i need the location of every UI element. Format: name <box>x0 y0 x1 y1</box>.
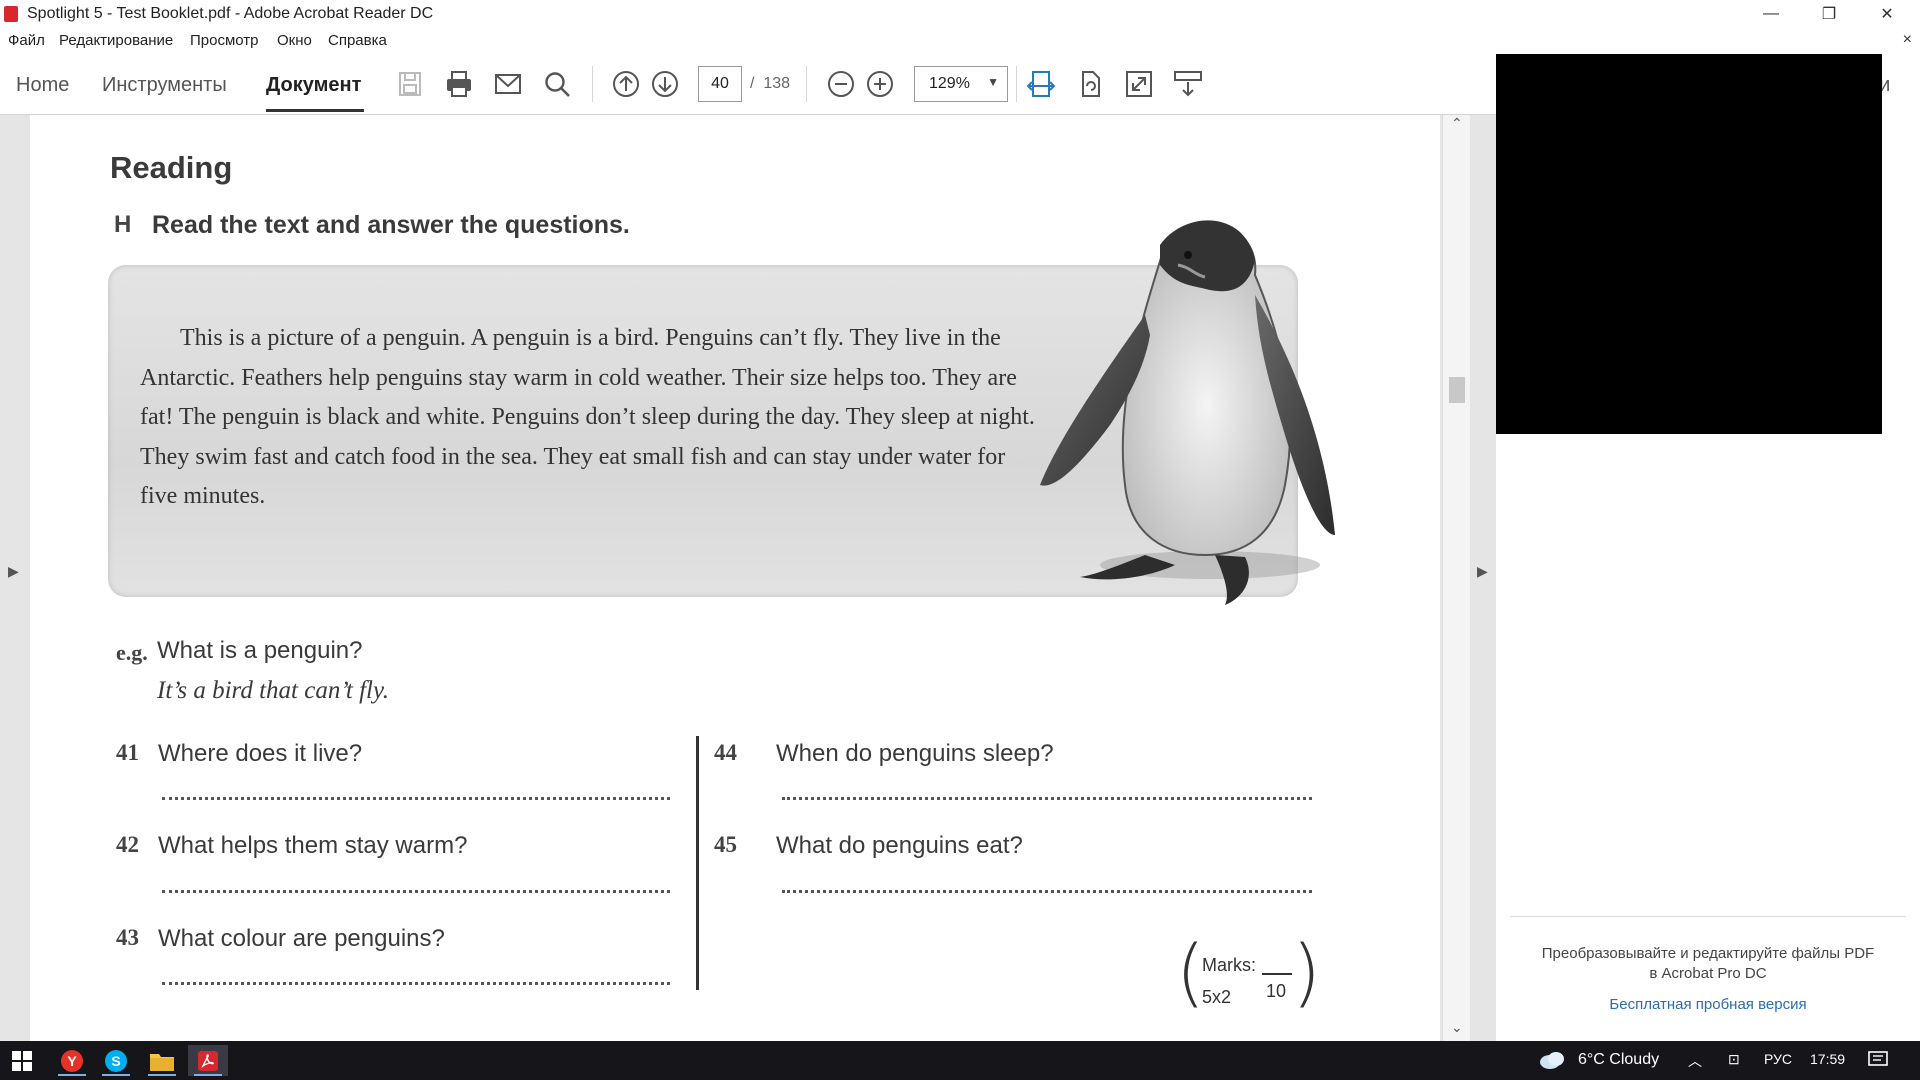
question-text: What helps them stay warm? <box>158 832 468 859</box>
page-up-icon[interactable] <box>610 68 642 100</box>
question-number: 45 <box>714 832 737 857</box>
page-total: / 138 <box>750 75 791 92</box>
redacted-region <box>1496 54 1882 434</box>
example-answer: It’s a bird that can’t fly. <box>157 677 389 704</box>
yandex-browser-icon[interactable]: Y <box>52 1045 92 1076</box>
zoom-in-icon[interactable] <box>864 68 896 100</box>
clock[interactable]: 17:59 <box>1810 1051 1845 1067</box>
answer-line <box>162 890 670 893</box>
windows-taskbar: Y S 6°C Cloudy ︿ ⊡ РУС 17:59 <box>0 1041 1920 1080</box>
fullscreen-icon[interactable] <box>1123 68 1155 100</box>
panel-divider <box>1510 916 1906 917</box>
minimize-button[interactable]: — <box>1748 0 1794 28</box>
close-document-button[interactable]: × <box>1903 31 1912 49</box>
rotate-icon[interactable] <box>1074 68 1106 100</box>
acrobat-taskbar-icon[interactable] <box>188 1045 228 1076</box>
penguin-illustration <box>1040 220 1335 605</box>
right-tools-panel: ти Преобразовывайте и редактируйте файлы… <box>1496 54 1920 1041</box>
acrobat-icon <box>4 6 18 22</box>
window-title: Spotlight 5 - Test Booklet.pdf - Adobe A… <box>27 5 434 22</box>
menu-edit[interactable]: Редактирование <box>59 32 173 49</box>
scroll-down-icon[interactable]: ⌄ <box>1451 1019 1463 1036</box>
left-panel-rail: ▶ <box>0 115 30 1041</box>
active-tab-indicator <box>266 109 364 112</box>
menu-file[interactable]: Файл <box>8 32 45 49</box>
scroll-up-icon[interactable]: ⌃ <box>1451 115 1463 132</box>
answer-line <box>782 890 1312 893</box>
toolbar-separator <box>806 66 807 102</box>
task-instruction: Read the text and answer the questions. <box>152 211 630 239</box>
zoom-value: 129% <box>929 75 970 92</box>
task-letter: H <box>114 211 132 238</box>
toolbar-separator <box>592 66 593 102</box>
question-number: 44 <box>714 740 737 765</box>
save-icon[interactable] <box>394 68 426 100</box>
fit-width-icon[interactable] <box>1025 68 1057 100</box>
question-number: 43 <box>116 925 139 950</box>
print-icon[interactable] <box>443 68 475 100</box>
question-text: What do penguins eat? <box>776 832 1023 859</box>
free-trial-link[interactable]: Бесплатная пробная версия <box>1496 996 1920 1013</box>
chevron-up-icon[interactable]: ︿ <box>1688 1051 1702 1071</box>
svg-text:S: S <box>111 1053 120 1069</box>
example-question: What is a penguin? <box>157 637 363 664</box>
search-icon[interactable] <box>541 68 573 100</box>
menu-view[interactable]: Просмотр <box>190 32 259 49</box>
skype-icon[interactable]: S <box>96 1045 136 1076</box>
tab-home[interactable]: Home <box>16 74 69 97</box>
close-button[interactable]: ✕ <box>1864 0 1910 28</box>
email-icon[interactable] <box>492 68 524 100</box>
zoom-select[interactable]: 129% ▼ <box>914 66 1008 102</box>
read-mode-icon[interactable] <box>1172 68 1204 100</box>
answer-line <box>782 797 1312 800</box>
menu-window[interactable]: Окно <box>277 32 312 49</box>
marks-fraction-line <box>1262 973 1292 975</box>
toolbar-separator <box>1016 66 1017 102</box>
page-number-input[interactable]: 40 <box>698 66 742 102</box>
maximize-button[interactable]: ❐ <box>1806 0 1852 28</box>
column-divider <box>696 736 699 990</box>
notifications-icon[interactable] <box>1868 1051 1888 1074</box>
document-page: Reading H Read the text and answer the q… <box>30 115 1440 1041</box>
language-indicator[interactable]: РУС <box>1764 1051 1792 1067</box>
network-icon[interactable]: ⊡ <box>1728 1051 1740 1068</box>
question-number: 41 <box>116 740 139 765</box>
marks-formula: 5x2 <box>1202 987 1232 1007</box>
page-down-icon[interactable] <box>649 68 681 100</box>
file-explorer-icon[interactable] <box>142 1045 182 1076</box>
question-number: 42 <box>116 832 139 857</box>
cloud-icon <box>1538 1048 1566 1077</box>
marks-label: Marks: <box>1202 955 1256 975</box>
reading-paragraph: This is a picture of a penguin. A pengui… <box>140 325 1035 509</box>
collapse-right-panel-icon[interactable]: ▶ <box>1477 563 1488 580</box>
menu-help[interactable]: Справка <box>328 32 387 49</box>
question-text: What colour are penguins? <box>158 925 445 952</box>
tab-tools[interactable]: Инструменты <box>102 74 227 97</box>
expand-left-panel-icon[interactable]: ▶ <box>8 563 19 580</box>
menu-bar: Файл Редактирование Просмотр Окно Справк… <box>0 28 1920 54</box>
marks-total: 10 <box>1266 981 1287 1001</box>
scrollbar-thumb[interactable] <box>1449 377 1465 403</box>
answer-line <box>162 982 670 985</box>
vertical-scrollbar[interactable]: ⌃ ⌄ <box>1442 115 1471 1041</box>
section-title: Reading <box>110 150 233 185</box>
weather-text[interactable]: 6°C Cloudy <box>1578 1051 1659 1069</box>
chevron-down-icon: ▼ <box>987 75 999 89</box>
marks-bracket-left: ( <box>1176 930 1205 1016</box>
example-label: e.g. <box>116 640 148 665</box>
marks-bracket-right: ) <box>1292 930 1321 1016</box>
question-text: When do penguins sleep? <box>776 740 1054 767</box>
question-text: Where does it live? <box>158 740 363 767</box>
right-panel-rail: ▶ <box>1470 115 1496 1041</box>
answer-line <box>162 797 670 800</box>
promo-text: Преобразовывайте и редактируйте файлы PD… <box>1541 945 1875 982</box>
windows-start-icon[interactable] <box>2 1045 42 1076</box>
title-bar: Spotlight 5 - Test Booklet.pdf - Adobe A… <box>0 0 1920 28</box>
svg-text:Y: Y <box>67 1053 77 1069</box>
tab-document[interactable]: Документ <box>266 74 361 97</box>
zoom-out-icon[interactable] <box>825 68 857 100</box>
